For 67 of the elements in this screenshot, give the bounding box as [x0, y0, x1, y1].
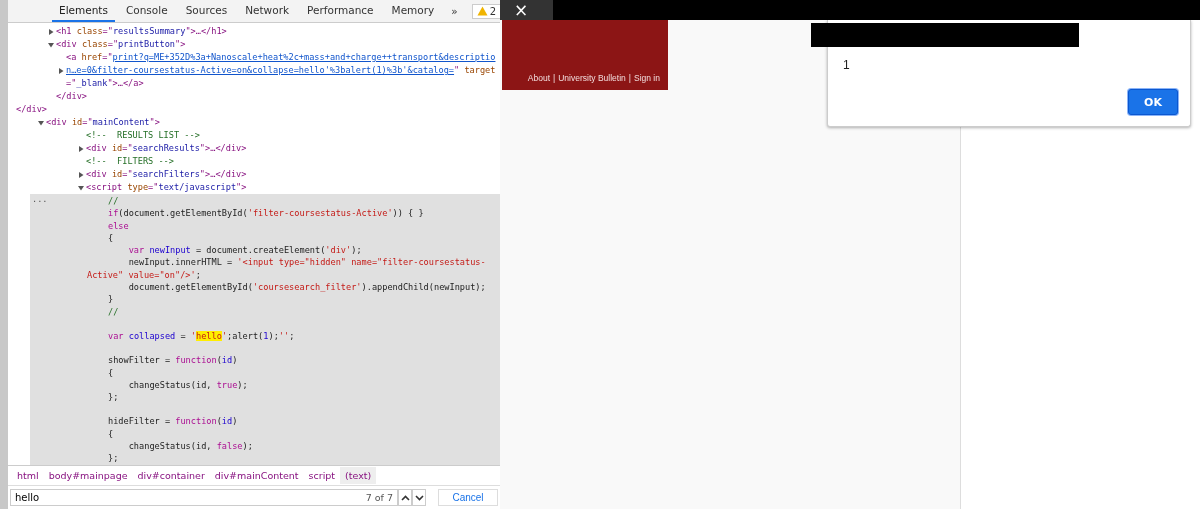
devtools-tab[interactable]: Console — [118, 0, 175, 22]
code-line: { — [108, 427, 115, 441]
code-line: document.getElementById('coursesearch_filter').appendChild(newInput); — [127, 281, 487, 294]
dom-node[interactable]: <script type="text/javascript"> — [86, 181, 247, 194]
collapsed-triangle-icon[interactable] — [58, 67, 64, 74]
breadcrumb[interactable]: (text) — [340, 467, 377, 484]
collapsed-triangle-icon[interactable] — [78, 145, 84, 152]
previous-match-button[interactable] — [398, 489, 412, 506]
dom-node[interactable]: <!-- RESULTS LIST --> — [86, 129, 200, 142]
close-button[interactable]: × — [500, 0, 553, 20]
script-text-node[interactable] — [30, 194, 500, 465]
link-separator: | — [553, 73, 556, 83]
warnings-badge[interactable]: 2 — [471, 3, 502, 19]
code-line: showFilter = function(id) — [108, 354, 239, 367]
code-line: changeStatus(id, false); — [127, 440, 254, 453]
next-match-button[interactable] — [412, 489, 426, 506]
closing-tag: </div> — [56, 90, 88, 103]
code-line: newInput.innerHTML = '<input type="hidden" name="filter-coursestatus- — [127, 256, 487, 269]
dom-node[interactable]: <div id="searchFilters">…</div> — [86, 168, 247, 181]
code-line: var newInput = document.createElement('div'); — [127, 244, 363, 257]
header-link[interactable]: Sign in — [634, 73, 660, 83]
more-tabs-button[interactable]: » — [445, 5, 464, 17]
code-line: }; — [108, 452, 120, 465]
code-line: // — [108, 305, 120, 318]
chevron-down-icon — [414, 494, 424, 501]
dom-node[interactable]: <div id="searchResults">…</div> — [86, 142, 247, 155]
expanded-triangle-icon[interactable] — [48, 41, 54, 48]
link-separator: | — [628, 73, 631, 83]
breadcrumb[interactable]: div#mainContent — [209, 467, 304, 484]
cancel-button[interactable]: Cancel — [438, 489, 498, 506]
devtools-tab[interactable]: Elements — [52, 0, 115, 22]
code-line: else — [108, 219, 130, 232]
code-line: { — [108, 366, 115, 379]
more-ellipsis[interactable]: ... — [32, 194, 48, 204]
code-line: } — [108, 293, 115, 306]
code-line: }; — [108, 391, 120, 404]
breadcrumb[interactable]: div#container — [132, 467, 210, 484]
devtools-tab[interactable]: Memory — [384, 0, 442, 22]
devtools-tab[interactable]: Performance — [300, 0, 381, 22]
breadcrumb[interactable]: body#mainpage — [43, 467, 133, 484]
code-line: hideFilter = function(id) — [108, 415, 239, 428]
closing-tag: </div> — [16, 103, 48, 116]
code-line: // — [108, 195, 120, 208]
dom-node[interactable]: <a href="print?q=ME+352D%3a+Nanoscale+heat%2c+mass+and+charge++transport&description…e=0&filter-coursestatus-Active=on&collapse=hello'%3balert(1)%3b'&catalog=" target ="_blank">…</a> — [66, 51, 500, 90]
breadcrumb[interactable]: html — [12, 467, 44, 484]
dom-node[interactable]: <div class="printButton"> — [56, 38, 186, 51]
dom-node[interactable]: <div id="mainContent"> — [46, 116, 160, 129]
ok-button[interactable]: OK — [1128, 89, 1178, 115]
warning-icon — [476, 6, 488, 16]
code-line: Active" value="on"/>'; — [87, 268, 202, 282]
code-line: { — [108, 231, 115, 245]
breadcrumb[interactable]: script — [303, 467, 341, 484]
expanded-triangle-icon[interactable] — [78, 184, 84, 191]
header-link[interactable]: About — [527, 73, 550, 83]
expanded-triangle-icon[interactable] — [38, 119, 44, 126]
code-line: changeStatus(id, true); — [127, 378, 249, 392]
devtools-tab[interactable]: Sources — [178, 0, 235, 22]
collapsed-triangle-icon[interactable] — [48, 28, 54, 35]
code-line: var collapsed = 'hello';alert(1);''; — [108, 329, 296, 343]
code-line: if(document.getElementById('filter-coursestatus-Active')) { } — [108, 207, 425, 220]
devtools-tab[interactable]: Network — [238, 0, 297, 22]
chevron-up-icon — [400, 494, 410, 501]
alert-message: 1 — [843, 58, 850, 72]
dom-node[interactable]: <h1 class="resultsSummary">…</h1> — [56, 25, 227, 38]
dom-node[interactable]: <!-- FILTERS --> — [86, 155, 174, 168]
header-link[interactable]: University Bulletin — [558, 73, 626, 83]
collapsed-triangle-icon[interactable] — [78, 171, 84, 178]
